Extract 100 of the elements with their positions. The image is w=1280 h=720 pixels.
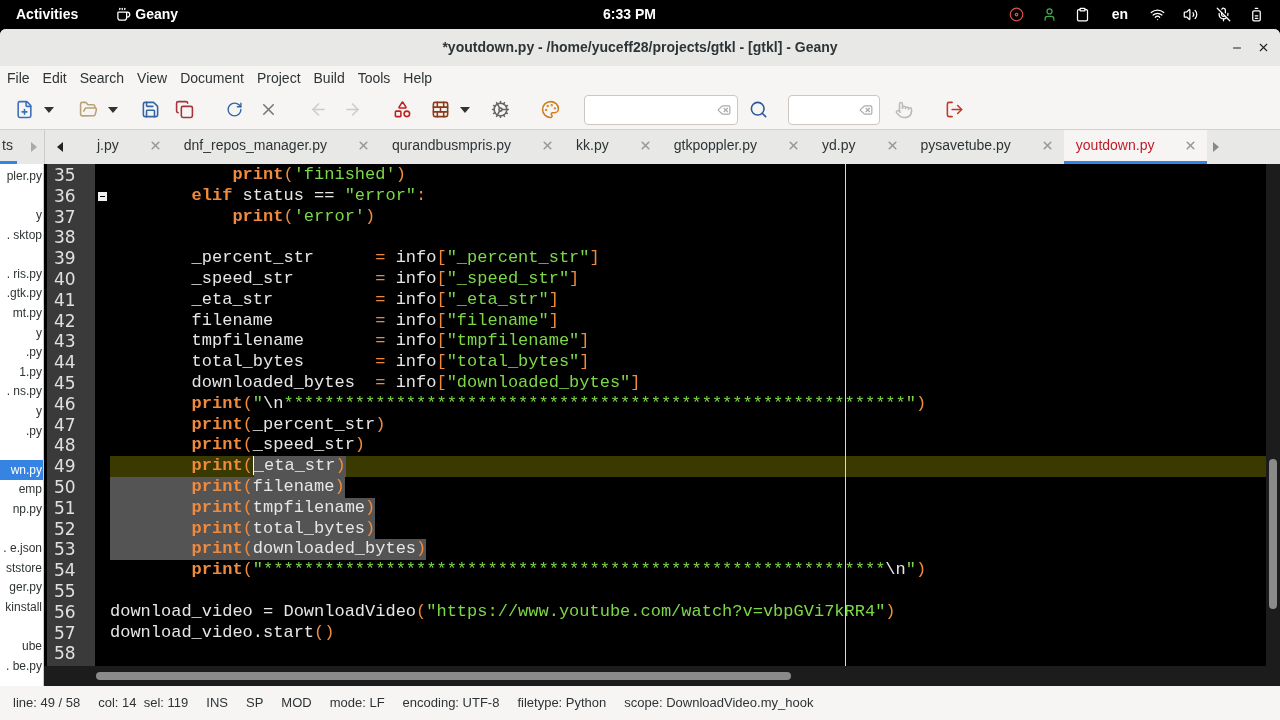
line-number: 53: [53, 539, 77, 561]
sidebar-item[interactable]: . ris.py: [0, 263, 43, 284]
menu-item[interactable]: Search: [79, 67, 125, 89]
file-tab[interactable]: pysavetube.py: [908, 130, 1064, 164]
code-token: ]: [548, 310, 559, 332]
code-token: [: [436, 289, 447, 311]
line-number: 42: [53, 310, 77, 332]
code-token: (: [283, 206, 294, 228]
code-token: print: [231, 206, 284, 228]
status-item: SP: [246, 694, 264, 713]
line-number: 37: [53, 206, 77, 228]
sidebar-item[interactable]: . be.py: [0, 655, 43, 676]
code-token: [: [436, 372, 447, 394]
menu-item[interactable]: Document: [180, 67, 244, 89]
sidebar-item[interactable]: 1.py: [0, 361, 43, 382]
sidebar-item[interactable]: .gtk.py: [0, 283, 43, 304]
code-token: download_video.start: [110, 622, 315, 644]
code-token: ]: [548, 289, 559, 311]
menu-item[interactable]: Project: [256, 67, 301, 89]
code-token: download_video = DownloadVideo: [110, 601, 417, 623]
code-token: =: [375, 331, 386, 353]
line-number: 52: [53, 518, 77, 540]
sidebar-item[interactable]: . ns.py: [0, 381, 43, 402]
line-number: 41: [53, 289, 77, 311]
code-token: print: [190, 393, 243, 415]
file-tab[interactable]: gtkpoppler.py: [661, 130, 811, 164]
code-token: =: [375, 248, 386, 269]
file-tab[interactable]: qurandbusmpris.py: [380, 130, 565, 164]
line-number: 35: [53, 165, 77, 186]
code-token: "*************************************************************: [252, 560, 886, 581]
line-number: 56: [53, 601, 77, 623]
code-token: print: [190, 456, 243, 477]
sidebar-item[interactable]: pler.py: [0, 166, 43, 186]
keyboard-layout[interactable]: en: [1107, 4, 1132, 25]
code-token: =: [375, 269, 386, 290]
menu-item[interactable]: File: [7, 67, 30, 89]
sidebar-item[interactable]: ube: [0, 636, 43, 656]
code-token: _speed_str: [252, 435, 355, 457]
menu-item[interactable]: Tools: [357, 67, 391, 89]
file-tab[interactable]: yd.py: [810, 130, 909, 164]
code-token: print: [190, 414, 243, 436]
sidebar-item[interactable]: emp: [0, 479, 43, 500]
code-token: ): [365, 206, 376, 228]
status-item: filetype: Python: [517, 694, 607, 713]
code-token: tmpfilename: [190, 331, 305, 353]
menu-item[interactable]: Build: [313, 67, 345, 89]
code-token: total_bytes: [190, 352, 305, 373]
code-token: print: [231, 165, 284, 186]
file-tab[interactable]: kk.py: [564, 130, 662, 164]
line-number: 55: [53, 580, 77, 602]
code-token: "filename": [446, 310, 549, 332]
sidebar-item[interactable]: y: [0, 401, 43, 421]
status-item: INS: [206, 694, 228, 713]
line-number: 50: [53, 476, 77, 498]
sidebar-item[interactable]: y: [0, 322, 43, 343]
sidebar-item[interactable]: . sktop: [0, 224, 43, 245]
sidebar-item[interactable]: ststore: [0, 557, 43, 578]
code-token: \n: [263, 393, 284, 415]
code-token: downloaded_bytes: [190, 372, 356, 394]
code-token: ): [395, 165, 406, 186]
sidebar-item[interactable]: np.py: [0, 499, 43, 519]
status-item: line: 49 / 58: [13, 694, 81, 713]
line-number: 38: [53, 227, 77, 249]
menu-item[interactable]: Edit: [42, 67, 67, 89]
code-token: 'error': [293, 206, 366, 228]
code-token: [: [436, 352, 447, 373]
file-tab[interactable]: youtdown.py: [1063, 130, 1208, 164]
code-token: ": [905, 560, 916, 581]
code-token: "_speed_str": [446, 269, 570, 290]
activities-button[interactable]: Activities: [16, 4, 79, 25]
sidebar-item[interactable]: .py: [0, 420, 43, 441]
sidebar-item[interactable]: ger.py: [0, 577, 43, 598]
code-token: print: [110, 476, 243, 498]
file-tab[interactable]: j.py: [85, 130, 172, 164]
menu-item[interactable]: Help: [403, 67, 433, 89]
sidebar-item[interactable]: .py: [0, 342, 43, 362]
code-token: ]: [569, 269, 580, 290]
sidebar-item[interactable]: wn.py: [0, 459, 43, 480]
code-token: ]: [579, 352, 590, 373]
sidebar-item[interactable]: y: [0, 205, 43, 225]
sidebar-item[interactable]: mt.py: [0, 303, 43, 323]
menu-item[interactable]: View: [137, 67, 168, 89]
line-number: 54: [53, 560, 77, 581]
line-number: 57: [53, 622, 77, 644]
code-token: ): [334, 476, 345, 498]
line-number: 48: [53, 435, 77, 457]
app-name[interactable]: Geany: [135, 4, 179, 25]
code-token: (: [242, 393, 253, 415]
sidebar-item[interactable]: . e.json: [0, 538, 43, 558]
line-number: 39: [53, 248, 77, 269]
line-number: 43: [53, 331, 77, 353]
file-tab[interactable]: dnf_repos_manager.py: [171, 130, 380, 164]
code-token: =: [375, 352, 386, 373]
code-token: "downloaded_bytes": [446, 372, 631, 394]
code-token: ): [365, 518, 376, 540]
sidebar-item[interactable]: kinstall: [0, 597, 43, 617]
code-token: \n: [885, 560, 906, 581]
code-token: ): [365, 497, 376, 519]
code-token: print: [190, 435, 243, 457]
clock[interactable]: 6:33 PM: [603, 4, 656, 25]
